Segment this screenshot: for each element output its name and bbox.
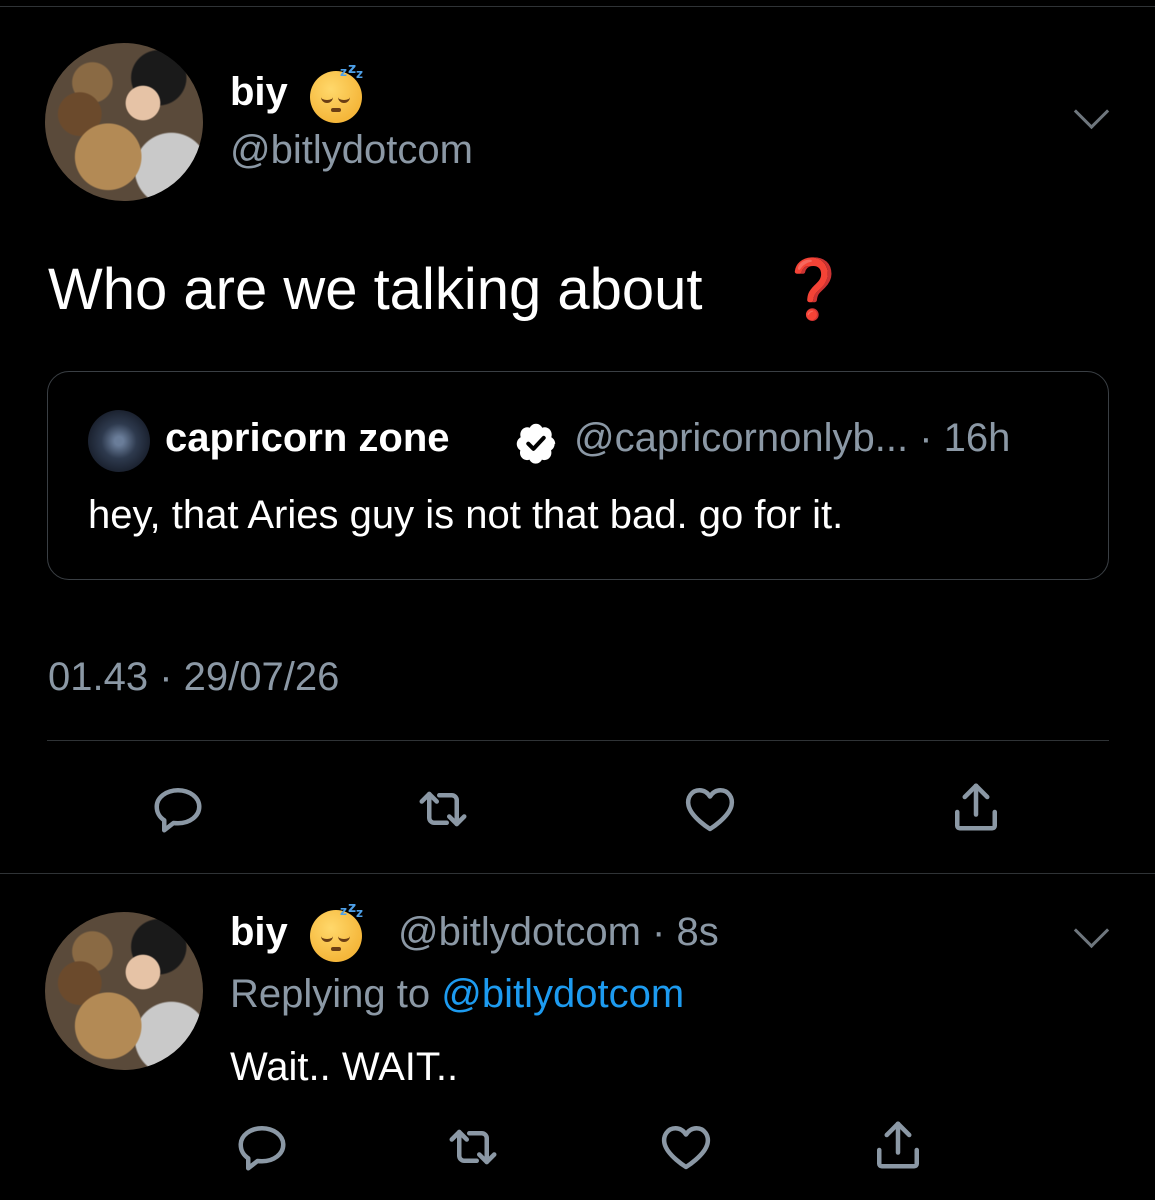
verified-badge-icon [516, 423, 556, 464]
replying-to-label: Replying to [230, 972, 442, 1016]
tweet-timestamp[interactable]: 01.43 · 29/07/26 [48, 655, 339, 700]
share-icon[interactable] [946, 777, 1006, 837]
retweet-icon[interactable] [443, 1117, 503, 1177]
question-mark-emoji: ❓ [777, 257, 850, 322]
quoted-tweet-text: hey, that Aries guy is not that bad. go … [88, 493, 844, 537]
reply-author-avatar[interactable] [45, 912, 203, 1070]
author-name[interactable]: biy [230, 70, 288, 115]
retweet-icon[interactable] [413, 779, 473, 839]
quoted-tweet-card[interactable]: capricorn zone @capricornonlyb... · 16h … [47, 371, 1109, 580]
timestamp-divider [47, 740, 1109, 741]
author-handle[interactable]: @bitlydotcom [230, 128, 473, 173]
reply-author-handle-time[interactable]: @bitlydotcom · 8s [398, 910, 719, 955]
tweet-text: Who are we talking about [48, 257, 703, 322]
heart-icon[interactable] [680, 779, 740, 839]
sleeping-face-emoji: z z z [310, 61, 363, 123]
reply-icon[interactable] [232, 1117, 292, 1177]
quoted-author-handle-time: @capricornonlyb... · 16h [574, 416, 1011, 460]
quoted-author-name: capricorn zone [165, 416, 450, 460]
top-divider [0, 6, 1155, 7]
reply-tweet-text: Wait.. WAIT.. [230, 1045, 459, 1089]
tweet-separator [0, 873, 1155, 874]
reply-icon[interactable] [148, 779, 208, 839]
author-avatar[interactable] [45, 43, 203, 201]
quoted-author-avatar [88, 410, 150, 472]
chevron-down-icon[interactable] [1073, 93, 1110, 130]
sleeping-face-emoji: z z z [310, 900, 363, 962]
heart-icon[interactable] [656, 1117, 716, 1177]
replying-to-handle-link[interactable]: @bitlydotcom [441, 972, 684, 1016]
reply-author-name[interactable]: biy [230, 910, 288, 955]
share-icon[interactable] [868, 1115, 928, 1175]
replying-to-line: Replying to @bitlydotcom [230, 972, 684, 1017]
chevron-down-icon[interactable] [1073, 912, 1110, 949]
